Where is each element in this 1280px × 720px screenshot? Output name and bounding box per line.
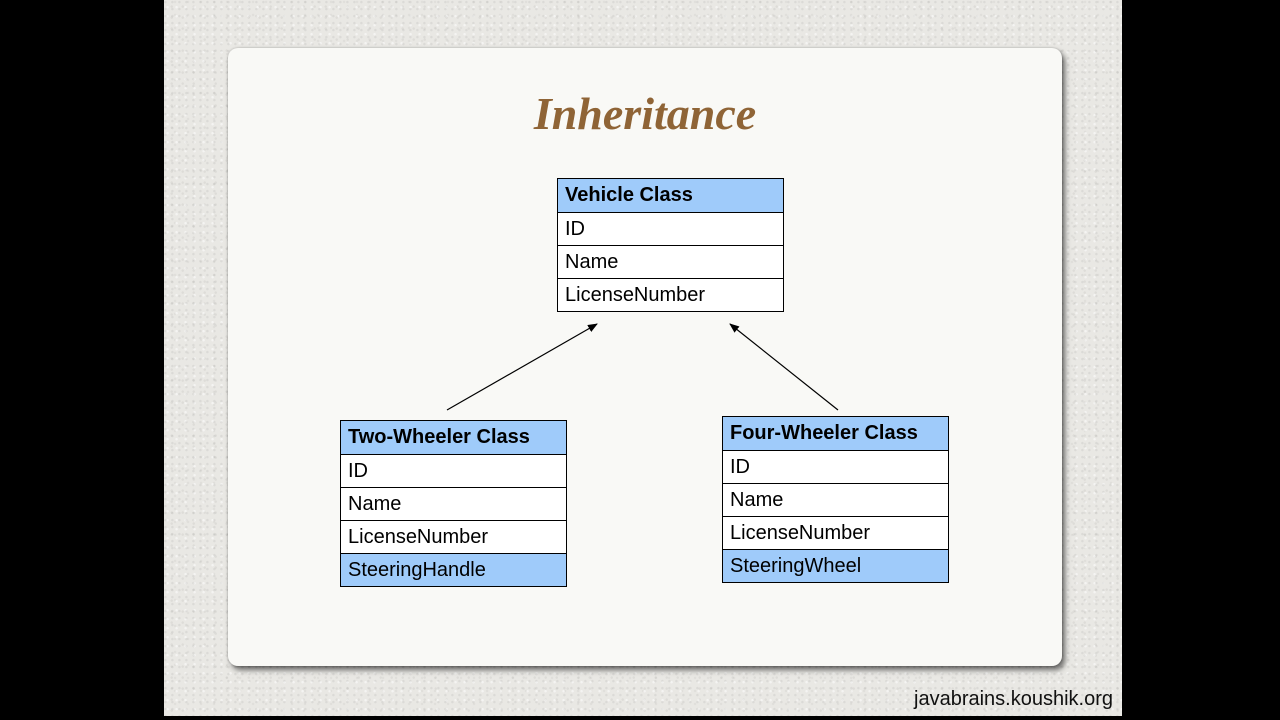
site-watermark: javabrains.koushik.org [914, 688, 1113, 710]
class-field: Name [341, 487, 566, 520]
class-header: Two-Wheeler Class [341, 421, 566, 454]
class-header: Vehicle Class [558, 179, 783, 212]
class-header: Four-Wheeler Class [723, 417, 948, 450]
class-field: LicenseNumber [341, 520, 566, 553]
class-field-highlighted: SteeringWheel [723, 549, 948, 582]
class-field: Name [558, 245, 783, 278]
class-field: ID [558, 212, 783, 245]
bottom-border [0, 716, 1280, 720]
vehicle-class-box: Vehicle Class ID Name LicenseNumber [557, 178, 784, 312]
slide-title: Inheritance [533, 88, 757, 139]
video-frame: Inheritance Vehicle Class ID Name Licens… [0, 0, 1280, 720]
four-wheeler-class-box: Four-Wheeler Class ID Name LicenseNumber… [722, 416, 949, 583]
class-field-highlighted: SteeringHandle [341, 553, 566, 586]
class-field: ID [341, 454, 566, 487]
class-field: ID [723, 450, 948, 483]
class-field: LicenseNumber [723, 516, 948, 549]
class-field: LicenseNumber [558, 278, 783, 311]
class-field: Name [723, 483, 948, 516]
two-wheeler-class-box: Two-Wheeler Class ID Name LicenseNumber … [340, 420, 567, 587]
